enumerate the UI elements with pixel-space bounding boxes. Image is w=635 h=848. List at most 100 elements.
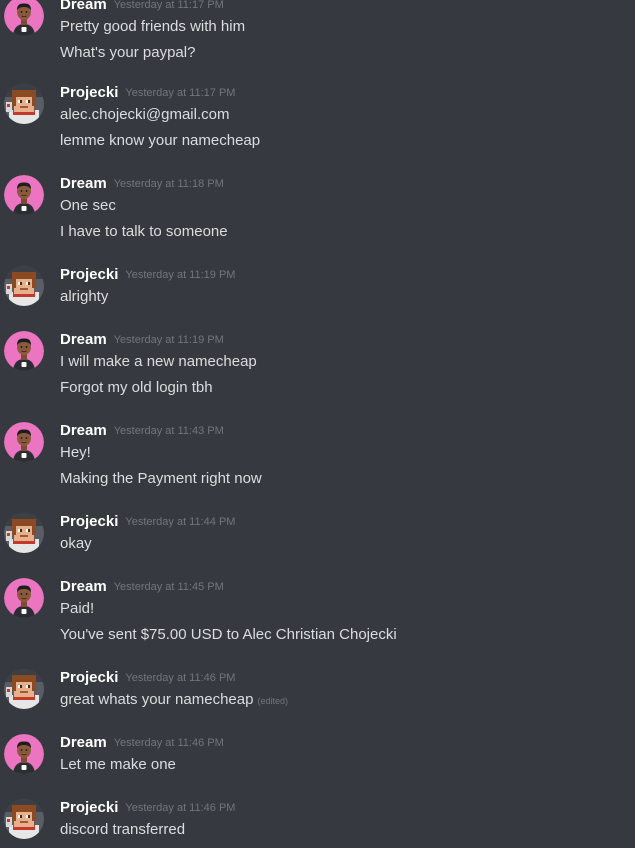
message-text: What's your paypal? xyxy=(60,43,195,63)
avatar-projecki[interactable] xyxy=(4,513,44,553)
message-group: Dream Yesterday at 11:46 PM Let me make on… xyxy=(0,733,635,777)
projecki-avatar-icon xyxy=(4,266,44,306)
projecki-avatar-icon xyxy=(4,669,44,709)
dream-avatar-icon xyxy=(4,175,44,215)
timestamp: Yesterday at 11:46 PM xyxy=(125,802,236,814)
message-group: Projecki Yesterday at 11:17 PM alec.chojec… xyxy=(0,83,635,153)
message-content: You've sent $75.00 USD to Alec Christian… xyxy=(60,626,397,643)
message-content: Forgot my old login tbh xyxy=(60,379,213,396)
message-text: Pretty good friends with him xyxy=(60,17,245,37)
username[interactable]: Dream xyxy=(60,331,107,348)
username[interactable]: Dream xyxy=(60,175,107,192)
message-content: great whats your namecheap xyxy=(60,691,254,708)
timestamp: Yesterday at 11:46 PM xyxy=(113,737,224,749)
username[interactable]: Dream xyxy=(60,734,107,751)
timestamp: Yesterday at 11:17 PM xyxy=(125,87,236,99)
message-text: One sec xyxy=(60,196,116,216)
message-group: Dream Yesterday at 11:19 PM I will make a … xyxy=(0,330,635,400)
message-content: discord transferred xyxy=(60,821,186,838)
message-text: Hey! xyxy=(60,443,91,463)
message-content: I have to talk to someone xyxy=(60,223,228,240)
message-header: Dream Yesterday at 11:18 PM xyxy=(60,174,224,194)
message-header: Dream Yesterday at 11:45 PM xyxy=(60,577,224,597)
message-text: alrighty xyxy=(60,287,108,307)
message-list[interactable]: Dream Yesterday at 11:17 PM Pretty good fr… xyxy=(0,0,635,848)
username[interactable]: Dream xyxy=(60,0,107,13)
avatar-dream[interactable] xyxy=(4,422,44,462)
message-text: I have to talk to someone xyxy=(60,222,228,242)
message-text: Making the Payment right now xyxy=(60,469,262,489)
username[interactable]: Projecki xyxy=(60,799,118,816)
username[interactable]: Dream xyxy=(60,578,107,595)
message-content: One sec xyxy=(60,197,116,214)
timestamp: Yesterday at 11:17 PM xyxy=(113,0,224,11)
message-content: Paid! xyxy=(60,600,95,617)
message-text: I will make a new namecheap xyxy=(60,352,257,372)
timestamp: Yesterday at 11:44 PM xyxy=(125,516,236,528)
timestamp: Yesterday at 11:19 PM xyxy=(113,334,224,346)
avatar-dream[interactable] xyxy=(4,0,44,36)
message-header: Dream Yesterday at 11:19 PM xyxy=(60,330,224,350)
message-text: Forgot my old login tbh xyxy=(60,378,213,398)
dream-avatar-icon xyxy=(4,578,44,618)
message-group: Projecki Yesterday at 11:44 PM okay xyxy=(0,512,635,556)
dream-avatar-icon xyxy=(4,734,44,774)
message-group: Dream Yesterday at 11:17 PM Pretty good fr… xyxy=(0,0,635,65)
message-content: Hey! xyxy=(60,444,91,461)
message-content: alec.chojecki@gmail.com xyxy=(60,106,230,123)
projecki-avatar-icon xyxy=(4,84,44,124)
message-header: Projecki Yesterday at 11:46 PM xyxy=(60,668,235,688)
message-header: Dream Yesterday at 11:46 PM xyxy=(60,733,224,753)
username[interactable]: Projecki xyxy=(60,84,118,101)
avatar-dream[interactable] xyxy=(4,734,44,774)
edited-tag: (edited) xyxy=(257,696,288,706)
message-header: Projecki Yesterday at 11:17 PM xyxy=(60,83,235,103)
avatar-projecki[interactable] xyxy=(4,799,44,839)
username[interactable]: Projecki xyxy=(60,669,118,686)
avatar-dream[interactable] xyxy=(4,578,44,618)
dream-avatar-icon xyxy=(4,422,44,462)
username[interactable]: Projecki xyxy=(60,266,118,283)
avatar-dream[interactable] xyxy=(4,331,44,371)
message-content: Let me make one xyxy=(60,756,176,773)
message-content: Pretty good friends with him xyxy=(60,18,246,35)
message-group: Dream Yesterday at 11:43 PM Hey! Making the… xyxy=(0,421,635,491)
message-text: okay xyxy=(60,534,92,554)
message-group: Projecki Yesterday at 11:46 PM discord tra… xyxy=(0,798,635,842)
avatar-projecki[interactable] xyxy=(4,84,44,124)
projecki-avatar-icon xyxy=(4,513,44,553)
message-content: Making the Payment right now xyxy=(60,470,262,487)
timestamp: Yesterday at 11:18 PM xyxy=(113,178,224,190)
message-header: Dream Yesterday at 11:43 PM xyxy=(60,421,224,441)
message-group: Dream Yesterday at 11:45 PM Paid! You've se… xyxy=(0,577,635,647)
message-content: I will make a new namecheap xyxy=(60,353,257,370)
projecki-avatar-icon xyxy=(4,799,44,839)
message-text: great whats your namecheap (edited) xyxy=(60,690,288,710)
timestamp: Yesterday at 11:43 PM xyxy=(113,425,224,437)
username[interactable]: Projecki xyxy=(60,513,118,530)
avatar-dream[interactable] xyxy=(4,175,44,215)
timestamp: Yesterday at 11:46 PM xyxy=(125,672,236,684)
message-group: Dream Yesterday at 11:18 PM One sec I have … xyxy=(0,174,635,244)
message-content: alrighty xyxy=(60,288,109,305)
message-text: lemme know your namecheap xyxy=(60,131,260,151)
message-content: lemme know your namecheap xyxy=(60,132,261,149)
message-content: What's your paypal? xyxy=(60,44,196,61)
dream-avatar-icon xyxy=(4,331,44,371)
message-text: You've sent $75.00 USD to Alec Christian… xyxy=(60,625,397,645)
message-header: Projecki Yesterday at 11:46 PM xyxy=(60,798,235,818)
dream-avatar-icon xyxy=(4,0,44,36)
message-text: Let me make one xyxy=(60,755,176,775)
avatar-projecki[interactable] xyxy=(4,266,44,306)
message-text: Paid! xyxy=(60,599,94,619)
message-text: discord transferred xyxy=(60,820,185,840)
message-header: Dream Yesterday at 11:17 PM xyxy=(60,0,224,15)
message-header: Projecki Yesterday at 11:19 PM xyxy=(60,265,235,285)
username[interactable]: Dream xyxy=(60,422,107,439)
message-text: alec.chojecki@gmail.com xyxy=(60,105,229,125)
message-header: Projecki Yesterday at 11:44 PM xyxy=(60,512,235,532)
message-content: okay xyxy=(60,535,92,552)
message-group: Projecki Yesterday at 11:19 PM alrighty xyxy=(0,265,635,309)
timestamp: Yesterday at 11:45 PM xyxy=(113,581,224,593)
avatar-projecki[interactable] xyxy=(4,669,44,709)
